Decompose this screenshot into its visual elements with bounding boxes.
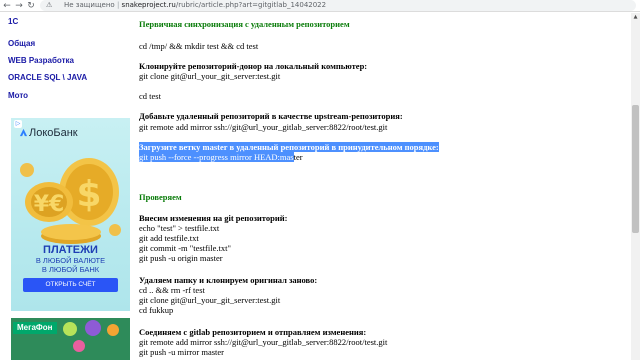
ad-subline-currency: В ЛЮБОЙ ВАЛЮТЕ xyxy=(35,256,106,265)
ad-decor-circle xyxy=(73,340,85,352)
currency-coins-illustration: $ ¥€ xyxy=(20,158,121,244)
browser-toolbar: ← → ↻ ⚠ Не защищено | snakeproject.ru/ru… xyxy=(0,0,640,12)
scroll-up-arrow-icon[interactable]: ▲ xyxy=(631,13,640,22)
step-heading: Добавьте удаленный репозиторий в качеств… xyxy=(139,111,403,121)
address-path: /rubric/article.php?art=gitgitlab_140420… xyxy=(175,1,327,9)
step-heading: Соединяем с gitlab репозиторием и отправ… xyxy=(139,327,367,337)
code-line: git add testfile.txt xyxy=(139,233,199,243)
step-heading: Удаляем папку и клонируем оригинал занов… xyxy=(139,275,318,285)
unselected-text: ter xyxy=(293,152,303,162)
svg-text:$: $ xyxy=(76,174,101,215)
ad-open-account-button[interactable]: ОТКРЫТЬ СЧЁТ xyxy=(23,278,118,292)
code-line: git push -u origin master xyxy=(139,253,223,263)
sidebar-link-general[interactable]: Общая xyxy=(8,39,35,49)
lokobank-logo-icon xyxy=(19,128,28,137)
code-line: git push -u mirror master xyxy=(139,347,224,357)
sidebar-link-1c[interactable]: 1С xyxy=(8,17,18,27)
sidebar-link-web[interactable]: WEB Разработка xyxy=(8,56,74,66)
code-line: git remote add mirror ssh://git@url_your… xyxy=(139,122,388,132)
sidebar-link-moto[interactable]: Мото xyxy=(8,91,28,101)
code-line-selected: git push --force --progress mirror HEAD:… xyxy=(139,152,303,162)
ad-close-icon[interactable]: ▷ xyxy=(14,120,22,128)
reload-icon[interactable]: ↻ xyxy=(26,0,36,12)
code-line: git clone git@url_your_git_server:test.g… xyxy=(139,295,281,305)
warning-icon[interactable]: ⚠ xyxy=(46,0,52,11)
ad-brand-megafon: МегаФон xyxy=(17,323,53,332)
section-title: Первичная синхронизация с удаленным репо… xyxy=(139,19,350,29)
code-line: cd test xyxy=(139,91,161,101)
ad-decor-circle xyxy=(107,324,119,336)
code-line: cd /tmp/ && mkdir test && cd test xyxy=(139,41,259,51)
vertical-scrollbar[interactable]: ▲ xyxy=(631,13,640,360)
ad-brand: ЛокоБанк xyxy=(29,127,78,139)
scrollbar-thumb[interactable] xyxy=(632,105,639,233)
ad-decor-circle xyxy=(85,320,101,336)
selected-text: git push --force --progress mirror HEAD:… xyxy=(139,152,294,162)
ad-banner-megafon[interactable]: МегаФон xyxy=(11,318,130,360)
security-warning-label[interactable]: Не защищено xyxy=(64,1,115,9)
forward-arrow-icon[interactable]: → xyxy=(14,0,24,12)
step-heading: Внесим изменения на git репозиторий: xyxy=(139,213,288,223)
code-line: echo "test" > testfile.txt xyxy=(139,223,220,233)
section-title: Проверяем xyxy=(139,192,182,202)
svg-text:¥€: ¥€ xyxy=(34,192,65,217)
step-heading-selected: Загрузите ветку master в удаленный репоз… xyxy=(139,142,439,152)
back-arrow-icon[interactable]: ← xyxy=(2,0,12,12)
address-domain: snakeproject.ru xyxy=(121,1,176,9)
code-line: git commit -m "testfile.txt" xyxy=(139,243,231,253)
address-separator: | xyxy=(116,1,120,9)
ad-subline-bank: В ЛЮБОЙ БАНК xyxy=(41,265,100,274)
code-line: git clone git@url_your_git_server:test.g… xyxy=(139,71,281,81)
sidebar-link-oracle[interactable]: ORACLE SQL \ JAVA xyxy=(8,73,87,83)
code-line: git remote add mirror ssh://git@url_your… xyxy=(139,337,388,347)
article-content: Первичная синхронизация с удаленным репо… xyxy=(139,13,629,360)
address-bar[interactable]: ⚠ Не защищено | snakeproject.ru/rubric/a… xyxy=(40,0,636,11)
code-line: cd fukkup xyxy=(139,305,174,315)
ad-banner-lokobank[interactable]: ▷ ЛокоБанк $ ¥€ ПЛАТЕЖИ В ЛЮБОЙ ВАЛЮТЕ В… xyxy=(11,118,130,311)
ad-decor-circle xyxy=(63,322,77,336)
ad-headline: ПЛАТЕЖИ xyxy=(43,244,98,256)
step-heading: Клонируйте репозиторий-донор на локальны… xyxy=(139,61,368,71)
code-line: cd .. && rm -rf test xyxy=(139,285,205,295)
